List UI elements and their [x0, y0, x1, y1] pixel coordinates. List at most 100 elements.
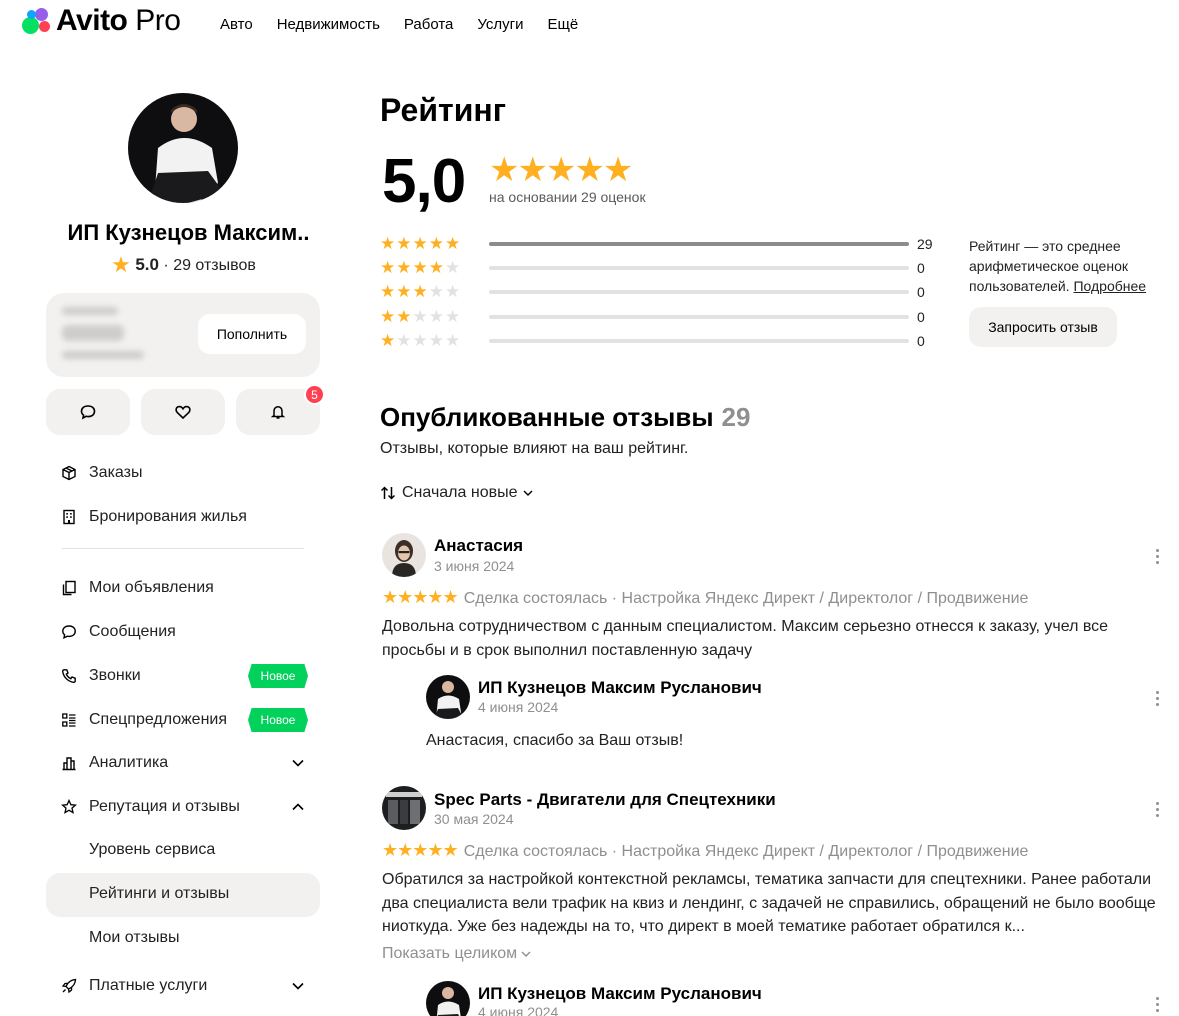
new-badge: Новое: [248, 708, 308, 732]
histogram-stars-icon: ★★★★★: [380, 306, 462, 326]
blurred-text: [62, 351, 144, 359]
rating-based-on: на основании 29 оценок: [489, 189, 646, 205]
reply-author[interactable]: ИП Кузнецов Максим Русланович: [478, 984, 762, 1004]
review-meta: ★★★★★ Сделка состоялась · Настройка Яндек…: [382, 840, 1029, 860]
sidebar-item-special-offers[interactable]: Спецпредложения: [60, 708, 227, 732]
star-icon: ★: [111, 252, 131, 277]
histogram-row: ★★★★★ 0: [380, 331, 925, 350]
reply-avatar[interactable]: [426, 675, 470, 719]
histogram-stars-icon: ★★★★★: [380, 258, 462, 278]
histogram-bar: [489, 338, 909, 343]
blurred-text: [62, 307, 118, 315]
sidebar-item-label: Звонки: [89, 667, 141, 684]
more-options-icon[interactable]: [1150, 994, 1164, 1014]
box-icon: [60, 464, 78, 482]
reply-author[interactable]: ИП Кузнецов Максим Русланович: [478, 678, 762, 698]
sidebar-item-reputation[interactable]: Репутация и отзывы: [60, 795, 240, 819]
reviewer-avatar[interactable]: [382, 786, 426, 830]
request-review-button[interactable]: Запросить отзыв: [969, 307, 1117, 347]
blurred-balance: [62, 325, 124, 341]
review-meta: ★★★★★ Сделка состоялась · Настройка Яндек…: [382, 587, 1029, 607]
histogram-row: ★★★★★ 29: [380, 234, 933, 253]
chat-bubble-icon: [80, 405, 96, 420]
heart-icon: [175, 405, 191, 420]
sidebar-item-paid-services[interactable]: Платные услуги: [60, 974, 207, 998]
reviewer-avatar[interactable]: [382, 533, 426, 577]
histogram-bar: [489, 314, 909, 319]
reply-date: 4 июня 2024: [478, 1004, 559, 1016]
review-date: 3 июня 2024: [434, 558, 515, 574]
histogram-count: 0: [917, 284, 925, 301]
top-nav: Авто Недвижимость Работа Услуги Ещё: [220, 16, 578, 33]
histogram-row: ★★★★★ 0: [380, 306, 925, 326]
sidebar-subitem-my-reviews[interactable]: Мои отзывы: [89, 929, 180, 947]
review-text: Обратился за настройкой контекстной рекл…: [382, 871, 1156, 935]
more-options-icon[interactable]: [1150, 799, 1164, 819]
rating-stars-icon: ★★★★★: [489, 151, 633, 189]
chevron-down-icon: [523, 490, 533, 496]
nav-jobs[interactable]: Работа: [404, 16, 454, 33]
logo-text: Avito Pro: [56, 4, 181, 37]
sidebar-item-label: Аналитика: [89, 754, 169, 771]
list-icon: [60, 711, 78, 729]
published-reviews-subtitle: Отзывы, которые влияют на ваш рейтинг.: [380, 440, 689, 457]
more-link[interactable]: Подробнее: [1073, 278, 1146, 294]
avito-pro-logo[interactable]: Avito Pro: [20, 4, 181, 38]
more-options-icon[interactable]: [1150, 546, 1164, 566]
rating-score: 5,0: [382, 147, 466, 216]
sidebar-subitem-ratings-reviews[interactable]: Рейтинги и отзывы: [89, 885, 229, 903]
reply-avatar[interactable]: [426, 981, 470, 1016]
chevron-down-icon[interactable]: [290, 755, 306, 771]
messages-button[interactable]: [46, 389, 130, 435]
rocket-icon: [60, 977, 78, 995]
nav-more[interactable]: Ещё: [548, 16, 579, 33]
favorites-button[interactable]: [141, 389, 225, 435]
histogram-count: 0: [917, 308, 925, 325]
review-text: Довольна сотрудничеством с данным специа…: [382, 618, 1109, 659]
histogram-count: 29: [917, 236, 933, 252]
nav-auto[interactable]: Авто: [220, 16, 253, 33]
histogram-count: 0: [917, 332, 925, 349]
sidebar-item-label: Репутация и отзывы: [89, 798, 240, 815]
published-reviews-title: Опубликованные отзывы 29: [380, 402, 751, 432]
sidebar-item-analytics[interactable]: Аналитика: [60, 751, 168, 775]
notifications-count-badge: 5: [304, 384, 325, 405]
chevron-up-icon[interactable]: [290, 799, 306, 815]
phone-icon: [60, 667, 78, 685]
more-options-icon[interactable]: [1150, 688, 1164, 708]
bell-icon: [270, 406, 286, 419]
sidebar-subitem-service-level[interactable]: Уровень сервиса: [89, 841, 215, 859]
histogram-row: ★★★★★ 0: [380, 258, 925, 278]
histogram-stars-icon: ★★★★★: [380, 282, 462, 302]
sidebar-divider: [62, 548, 304, 549]
histogram-bar: [489, 290, 909, 295]
rating-info: Рейтинг — это среднее арифметическое оце…: [969, 238, 1147, 294]
sidebar-item-label: Бронирования жилья: [89, 508, 247, 525]
sort-dropdown[interactable]: Сначала новые: [380, 484, 533, 502]
sidebar-item-bookings[interactable]: Бронирования жилья: [60, 505, 247, 529]
sidebar-item-label: Платные услуги: [89, 977, 208, 994]
histogram-row: ★★★★★ 0: [380, 282, 925, 302]
new-badge: Новое: [248, 664, 308, 688]
reply-text: Анастасия, спасибо за Ваш отзыв!: [426, 732, 684, 749]
show-full-review-link[interactable]: Показать целиком: [382, 945, 531, 963]
sidebar-item-my-ads[interactable]: Мои объявления: [60, 576, 214, 600]
chevron-down-icon[interactable]: [290, 978, 306, 994]
star-outline-icon: [60, 798, 78, 816]
reviewer-name[interactable]: Spec Parts - Двигатели для Спецтехники: [434, 790, 776, 810]
nav-services[interactable]: Услуги: [477, 16, 523, 33]
sidebar-item-orders[interactable]: Заказы: [60, 461, 142, 485]
review-stars-icon: ★★★★★: [382, 840, 459, 860]
histogram-bar-fill: [489, 242, 909, 246]
sidebar-item-label: Спецпредложения: [89, 711, 227, 728]
reviewer-name[interactable]: Анастасия: [434, 536, 523, 556]
topup-button[interactable]: Пополнить: [198, 314, 306, 354]
sidebar-item-calls[interactable]: Звонки: [60, 664, 141, 688]
profile-name[interactable]: ИП Кузнецов Максим..: [46, 220, 331, 246]
sort-arrows-icon: [380, 486, 396, 500]
page-title: Рейтинг: [380, 92, 507, 128]
profile-avatar[interactable]: [128, 93, 238, 203]
nav-realty[interactable]: Недвижимость: [277, 16, 380, 33]
sidebar-item-messages[interactable]: Сообщения: [60, 620, 176, 644]
histogram-stars-icon: ★★★★★: [380, 234, 462, 253]
